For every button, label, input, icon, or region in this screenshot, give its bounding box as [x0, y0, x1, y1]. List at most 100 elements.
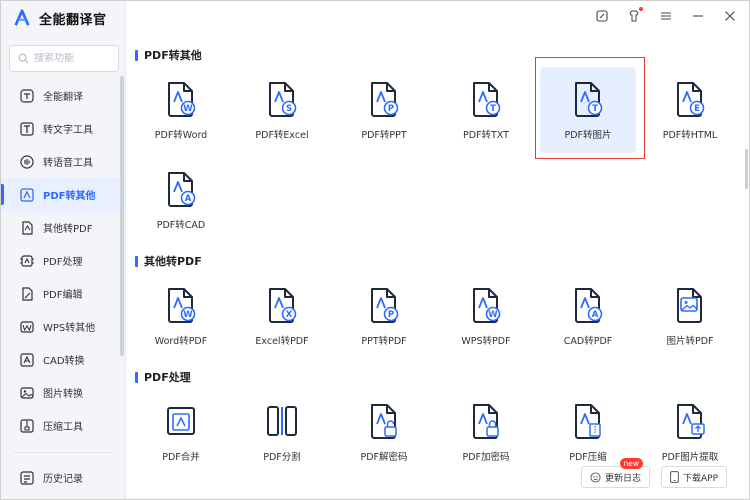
svg-text:P: P [388, 310, 394, 320]
sidebar-item-label: PDF转其他 [43, 191, 96, 202]
phone-icon [670, 471, 679, 483]
app-logo-icon [14, 9, 30, 26]
sidebar-item-label: 图片转换 [43, 389, 83, 400]
pdf-process-icon [20, 254, 34, 267]
file-convert-icon [267, 406, 297, 436]
tool-label: Excel转PDF [255, 336, 309, 347]
sidebar-item-4[interactable]: 其他转PDF [1, 211, 125, 244]
sidebar-item-label: 压缩工具 [43, 422, 83, 433]
pdf-convert-icon [20, 187, 34, 202]
tool-card[interactable]: T PDF转TXT [438, 67, 534, 153]
minimize-button[interactable] [691, 9, 705, 23]
tool-card[interactable]: PDF解密码 [336, 389, 432, 475]
tool-card[interactable]: A CAD转PDF [540, 273, 636, 359]
tool-card[interactable]: S PDF转Excel [234, 67, 330, 153]
svg-text:S: S [286, 104, 292, 114]
tool-label: Word转PDF [154, 336, 208, 347]
tool-label: PDF转CAD [156, 220, 206, 231]
new-badge: new [619, 458, 644, 469]
main-scrollbar[interactable] [745, 149, 748, 189]
tool-card[interactable]: PDF合并 [133, 389, 229, 475]
tool-card[interactable]: X Excel转PDF [234, 273, 330, 359]
tool-card[interactable]: T PDF转图片 [540, 67, 636, 153]
sidebar-item-9[interactable]: 图片转换 [1, 376, 125, 409]
file-convert-icon: S [269, 82, 297, 117]
file-convert-icon [371, 404, 397, 439]
search-box[interactable] [9, 45, 119, 72]
tool-label: PDF图片提取 [661, 452, 719, 463]
section-accent-bar [135, 49, 138, 61]
tool-card[interactable]: P PPT转PDF [336, 273, 432, 359]
tool-label: PDF加密码 [462, 452, 510, 463]
download-app-button[interactable]: 下载APP [661, 466, 728, 488]
sidebar-item-5[interactable]: PDF处理 [1, 244, 125, 277]
changelog-label: 更新日志 [605, 473, 642, 484]
sidebar-item-3[interactable]: PDF转其他 [1, 178, 125, 211]
file-convert-icon: X [269, 288, 297, 323]
sidebar-item-label: 全能翻译 [43, 92, 83, 103]
app-window: 全能翻译官 全能翻译转文字工具转语音工具 PDF转其他其他转PDF PDF处理 PDF… [0, 0, 750, 500]
tool-label: PPT转PDF [361, 336, 407, 347]
sidebar-item-0[interactable]: 全能翻译 [1, 79, 125, 112]
file-convert-icon [677, 404, 705, 439]
tool-label: PDF转Excel [255, 130, 309, 141]
changelog-button[interactable]: new 更新日志 [581, 458, 651, 488]
sidebar-item-history[interactable]: 历史记录 [1, 461, 125, 494]
shirt-icon [629, 10, 639, 22]
minimize-icon [693, 15, 703, 17]
tool-card[interactable]: W Word转PDF [133, 273, 229, 359]
svg-text:W: W [488, 310, 498, 320]
tool-label: PDF转图片 [564, 130, 612, 141]
svg-text:T: T [490, 104, 496, 114]
tool-label: PDF压缩 [569, 452, 607, 463]
sidebar-item-1[interactable]: 转文字工具 [1, 112, 125, 145]
tool-card[interactable]: 图片转PDF [642, 273, 738, 359]
translate-icon [20, 88, 34, 103]
sidebar-item-7[interactable]: WPS转其他 [1, 310, 125, 343]
file-convert-icon: T [575, 82, 603, 117]
svg-text:P: P [388, 104, 394, 114]
main-content: PDF转其他 W PDF转Word S PDF转Excel P PDF转PPT T PDF转TX… [127, 31, 742, 499]
tool-label: WPS转PDF [461, 336, 511, 347]
download-app-label: 下载APP [683, 473, 719, 484]
sidebar-item-label: CAD转换 [43, 356, 85, 367]
sidebar-item-6[interactable]: PDF编辑 [1, 277, 125, 310]
skin-button[interactable] [627, 7, 643, 23]
svg-text:W: W [183, 310, 193, 320]
sidebar-item-10[interactable]: 压缩工具 [1, 409, 125, 442]
section-accent-bar [135, 371, 138, 383]
file-convert-icon: W [168, 82, 196, 117]
menu-icon [661, 12, 671, 20]
tool-card[interactable]: PDF分割 [234, 389, 330, 475]
menu-button[interactable] [659, 9, 673, 23]
tool-card[interactable]: PDF图片提取 [642, 389, 738, 475]
section-accent-bar [135, 255, 138, 267]
tool-card[interactable]: W WPS转PDF [438, 273, 534, 359]
cad-convert-icon [20, 352, 34, 367]
tool-card[interactable]: PDF加密码 [438, 389, 534, 475]
sidebar-item-label: 转语音工具 [43, 158, 93, 169]
svg-text:T: T [592, 104, 598, 114]
screenshot-button[interactable] [595, 9, 609, 23]
file-convert-icon: E [677, 82, 705, 117]
file-convert-icon: T [473, 82, 501, 117]
file-convert-icon: P [371, 82, 399, 117]
section-title-text: PDF处理 [144, 371, 191, 384]
sidebar-item-label: WPS转其他 [43, 323, 96, 334]
sidebar-item-8[interactable]: CAD转换 [1, 343, 125, 376]
tool-card[interactable]: P PDF转PPT [336, 67, 432, 153]
sidebar: 全能翻译官 全能翻译转文字工具转语音工具 PDF转其他其他转PDF PDF处理 PDF… [1, 1, 126, 499]
brand: 全能翻译官 [13, 7, 107, 29]
sidebar-scrollbar[interactable] [120, 76, 124, 356]
tool-card[interactable]: E PDF转HTML [642, 67, 738, 153]
to-pdf-icon [22, 220, 33, 235]
sidebar-item-2[interactable]: 转语音工具 [1, 145, 125, 178]
search-input[interactable] [34, 53, 114, 64]
close-button[interactable] [723, 9, 737, 23]
smiley-icon [590, 471, 601, 483]
file-convert-icon [575, 404, 601, 439]
tool-card[interactable]: W PDF转Word [133, 67, 229, 153]
sidebar-nav: 全能翻译转文字工具转语音工具 PDF转其他其他转PDF PDF处理 PDF编辑 WPS转… [1, 79, 125, 442]
sidebar-item-label: PDF处理 [43, 257, 83, 268]
tool-card[interactable]: A PDF转CAD [133, 157, 229, 243]
